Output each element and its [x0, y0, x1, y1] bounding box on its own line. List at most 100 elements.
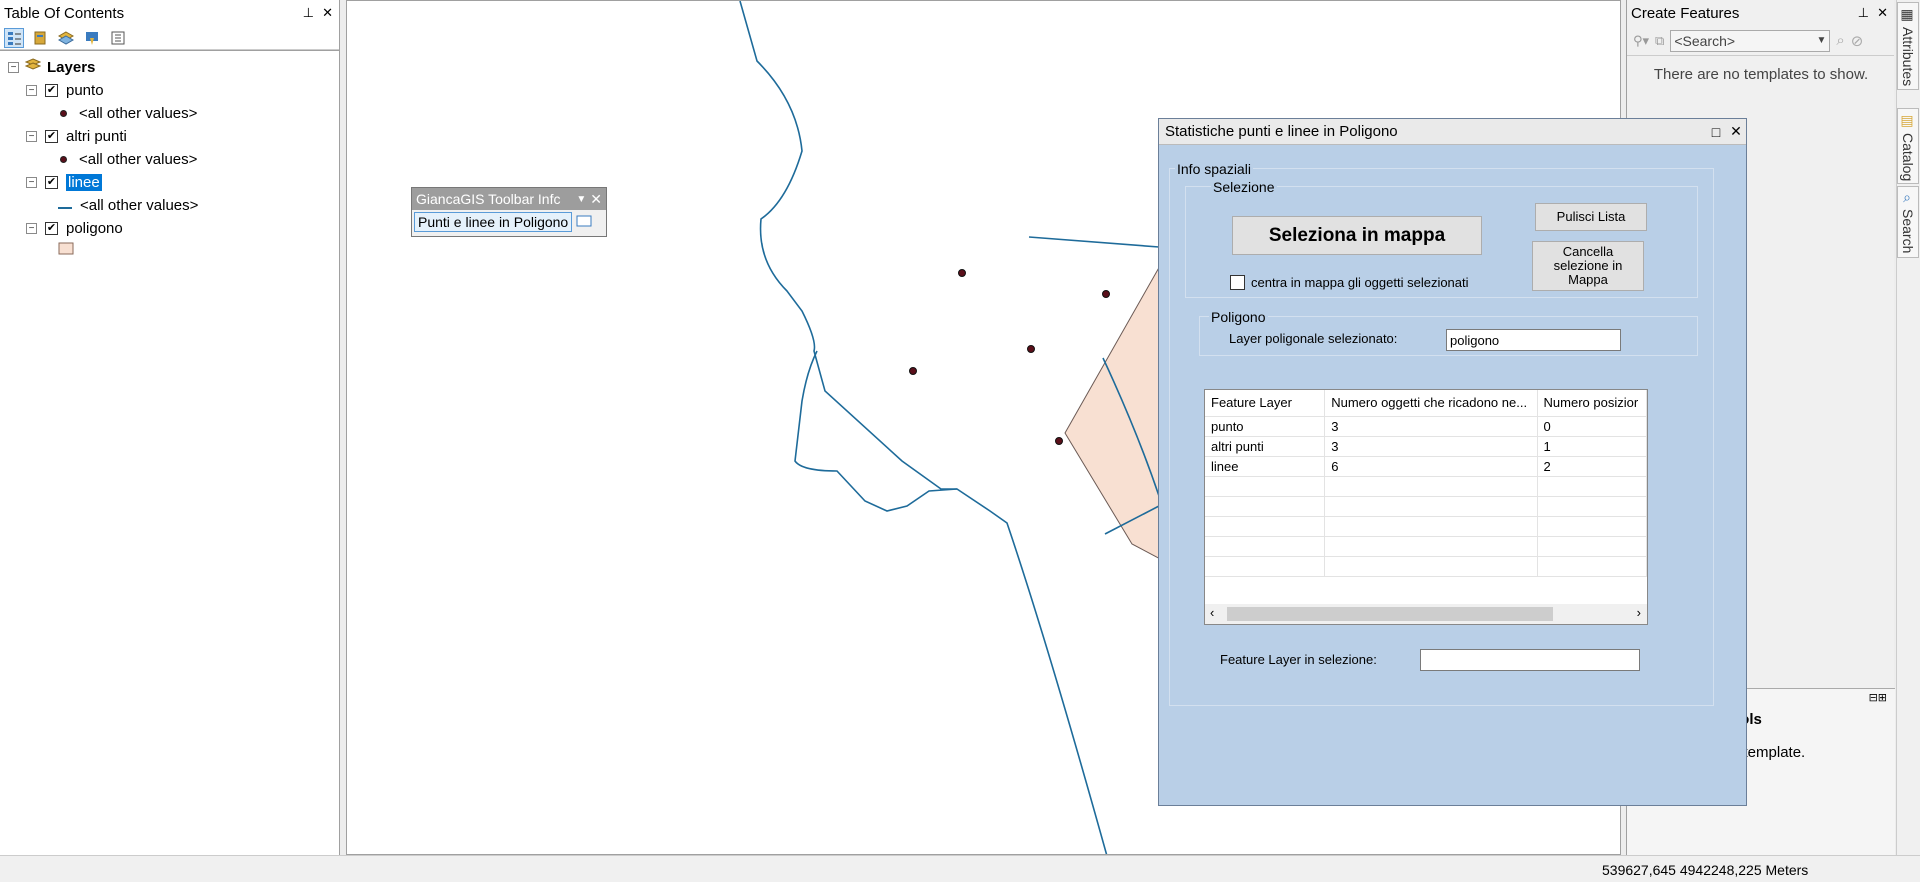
create-features-toolbar: ⚲▾ ⧉ <Search> ▼ ⌕ ⊘ [1627, 26, 1894, 56]
search-input[interactable]: <Search> ▼ [1670, 29, 1831, 52]
cell: 1 [1537, 436, 1647, 457]
layer-name: poligono [66, 219, 123, 237]
table-row-empty [1205, 476, 1647, 497]
pulisci-lista-button[interactable]: Pulisci Lista [1535, 203, 1647, 231]
collapse-icon[interactable]: − [26, 84, 37, 96]
list-by-drawing-order-icon[interactable] [4, 27, 24, 48]
layer-punto[interactable]: − ✔ punto [26, 79, 104, 101]
point-feature [958, 269, 966, 277]
dialog-title: Statistiche punti e linee in Poligono [1165, 123, 1398, 140]
scroll-left-icon[interactable]: ‹ [1210, 605, 1214, 620]
statistics-grid[interactable]: Feature Layer Numero oggetti che ricadon… [1204, 389, 1648, 625]
point-feature [909, 367, 917, 375]
window-icon[interactable] [576, 214, 592, 231]
tab-label: Search [1900, 209, 1916, 254]
dock-icons[interactable]: ⊟⊞ [1869, 691, 1887, 704]
search-icon[interactable]: ⌕ [1836, 32, 1844, 49]
cell: punto [1205, 416, 1326, 437]
toolbar-title: GiancaGIS Toolbar Infc [416, 191, 561, 207]
search-placeholder: <Search> [1674, 32, 1736, 49]
options-icon[interactable] [108, 28, 128, 48]
scrollbar-thumb[interactable] [1227, 607, 1553, 621]
filter-icon[interactable]: ⚲▾ [1633, 33, 1649, 49]
pin-icon[interactable]: ⊥ [1858, 5, 1877, 21]
statistiche-dialog: Statistiche punti e linee in Poligono □ … [1158, 118, 1747, 806]
layers-icon [24, 58, 42, 76]
punti-linee-poligono-button[interactable]: Punti e linee in Poligono [414, 212, 573, 232]
legend-punto: <all other values> [60, 102, 197, 124]
toolbar-titlebar[interactable]: GiancaGIS Toolbar Infc ▼ ✕ [412, 188, 606, 210]
cell: 6 [1324, 456, 1538, 477]
close-icon[interactable]: ✕ [1726, 123, 1746, 140]
polygon-layer-field[interactable]: poligono [1446, 329, 1621, 351]
cell: altri punti [1205, 436, 1326, 457]
pin-icon[interactable]: ⊥ [303, 5, 314, 21]
close-icon[interactable]: ✕ [322, 5, 333, 21]
horizontal-scrollbar[interactable]: ‹ › [1205, 604, 1647, 624]
layer-altri-punti[interactable]: − ✔ altri punti [26, 125, 127, 147]
layers-root[interactable]: − Layers [8, 56, 95, 78]
clear-search-icon[interactable]: ⊘ [1851, 32, 1864, 50]
legend-label: <all other values> [80, 196, 199, 214]
dropdown-arrow-icon[interactable]: ▼ [572, 194, 590, 205]
info-spaziali-label: Info spaziali [1175, 161, 1253, 177]
point-symbol-icon [60, 155, 67, 163]
no-templates-message: There are no templates to show. [1653, 66, 1869, 83]
organize-templates-icon[interactable]: ⧉ [1655, 33, 1664, 49]
line-symbol-icon [58, 197, 72, 214]
cancella-selezione-button[interactable]: Cancella selezione in Mappa [1532, 241, 1644, 291]
list-by-selection-icon[interactable] [82, 28, 102, 48]
toc-title: Table Of Contents [4, 4, 125, 22]
polygon-layer-label: Layer poligonale selezionato: [1229, 331, 1398, 346]
collapse-icon[interactable]: − [26, 222, 37, 234]
tab-search[interactable]: ⌕ Search [1897, 186, 1919, 258]
catalog-icon: ▤ [1900, 113, 1916, 129]
column-header[interactable]: Feature Layer [1205, 390, 1326, 417]
collapse-icon[interactable]: − [26, 130, 37, 142]
collapse-icon[interactable]: − [8, 61, 19, 73]
search-icon: ⌕ [1900, 191, 1916, 205]
layer-visibility-checkbox[interactable]: ✔ [45, 129, 58, 143]
layers-root-label: Layers [47, 58, 96, 76]
table-row[interactable]: punto 3 0 [1205, 416, 1647, 437]
side-tabs: ▦ Attributes ▤ Catalog ⌕ Search [1896, 0, 1920, 855]
table-row-empty [1205, 536, 1647, 557]
legend-label: <all other values> [79, 104, 198, 122]
maximize-icon[interactable]: □ [1706, 124, 1726, 140]
giancagis-toolbar[interactable]: GiancaGIS Toolbar Infc ▼ ✕ Punti e linee… [411, 187, 607, 237]
layer-visibility-checkbox[interactable]: ✔ [45, 83, 58, 97]
selezione-label: Selezione [1211, 179, 1277, 195]
layer-visibility-checkbox[interactable]: ✔ [45, 175, 58, 189]
attributes-icon: ▦ [1900, 7, 1916, 23]
close-icon[interactable]: ✕ [590, 191, 606, 208]
legend-linee: <all other values> [58, 194, 198, 216]
status-bar: 539627,645 4942248,225 Meters [0, 855, 1920, 882]
toc-toolbar [0, 26, 339, 50]
tab-catalog[interactable]: ▤ Catalog [1897, 108, 1919, 184]
table-row[interactable]: linee 6 2 [1205, 456, 1647, 477]
column-header[interactable]: Numero posizior [1537, 390, 1647, 417]
feature-layer-label: Feature Layer in selezione: [1220, 652, 1377, 667]
collapse-icon[interactable]: − [26, 176, 37, 188]
layer-tree: − Layers − ✔ punto <all other values> − … [0, 50, 339, 850]
layer-linee[interactable]: − ✔ linee [26, 171, 102, 193]
centra-in-mappa-checkbox[interactable] [1230, 275, 1245, 290]
layer-poligono[interactable]: − ✔ poligono [26, 217, 123, 239]
list-by-source-icon[interactable] [30, 28, 50, 48]
tab-attributes[interactable]: ▦ Attributes [1897, 2, 1919, 90]
legend-label: <all other values> [79, 150, 198, 168]
poligono-label: Poligono [1209, 309, 1268, 325]
column-header[interactable]: Numero oggetti che ricadono ne... [1324, 390, 1538, 417]
layer-visibility-checkbox[interactable]: ✔ [45, 221, 58, 235]
chevron-down-icon[interactable]: ▼ [1816, 35, 1829, 46]
scroll-right-icon[interactable]: › [1637, 605, 1641, 620]
tab-label: Catalog [1900, 133, 1916, 182]
dialog-titlebar[interactable]: Statistiche punti e linee in Poligono □ … [1159, 119, 1746, 145]
list-by-visibility-icon[interactable] [56, 28, 76, 48]
feature-layer-field[interactable] [1420, 649, 1640, 671]
close-icon[interactable]: ✕ [1877, 5, 1894, 21]
seleziona-in-mappa-button[interactable]: Seleziona in mappa [1232, 216, 1482, 255]
cell: 0 [1537, 416, 1647, 437]
layer-name: punto [66, 81, 104, 99]
table-row[interactable]: altri punti 3 1 [1205, 436, 1647, 457]
